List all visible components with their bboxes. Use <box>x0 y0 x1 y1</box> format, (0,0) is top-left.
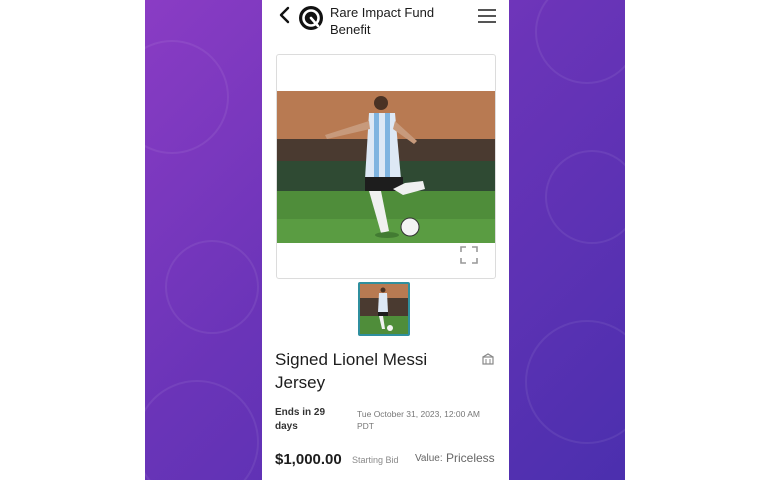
value-label: Value: <box>415 453 443 464</box>
expand-icon[interactable] <box>460 246 478 264</box>
value-text: Priceless <box>446 451 495 465</box>
hamburger-menu-icon[interactable] <box>478 9 496 23</box>
rare-impact-logo-icon[interactable] <box>298 5 324 31</box>
org-name: Rare Impact Fund Benefit <box>330 5 435 37</box>
item-title: Signed Lionel Messi Jersey <box>275 350 428 392</box>
share-icon[interactable] <box>482 353 494 365</box>
item-image-card <box>276 54 496 279</box>
starting-bid-label: Starting Bid <box>352 455 399 465</box>
phone-screen: Rare Impact Fund Benefit Signed Lionel M… <box>262 0 509 480</box>
item-photo[interactable] <box>277 91 495 243</box>
chevron-left-icon[interactable] <box>278 6 292 24</box>
ends-in-text: Ends in 29 days <box>275 407 326 432</box>
end-date-text: Tue October 31, 2023, 12:00 AM PDT <box>357 409 481 431</box>
app-header: Rare Impact Fund Benefit <box>262 0 509 44</box>
item-thumbnail[interactable] <box>358 282 410 336</box>
starting-bid-amount: $1,000.00 <box>275 451 342 468</box>
